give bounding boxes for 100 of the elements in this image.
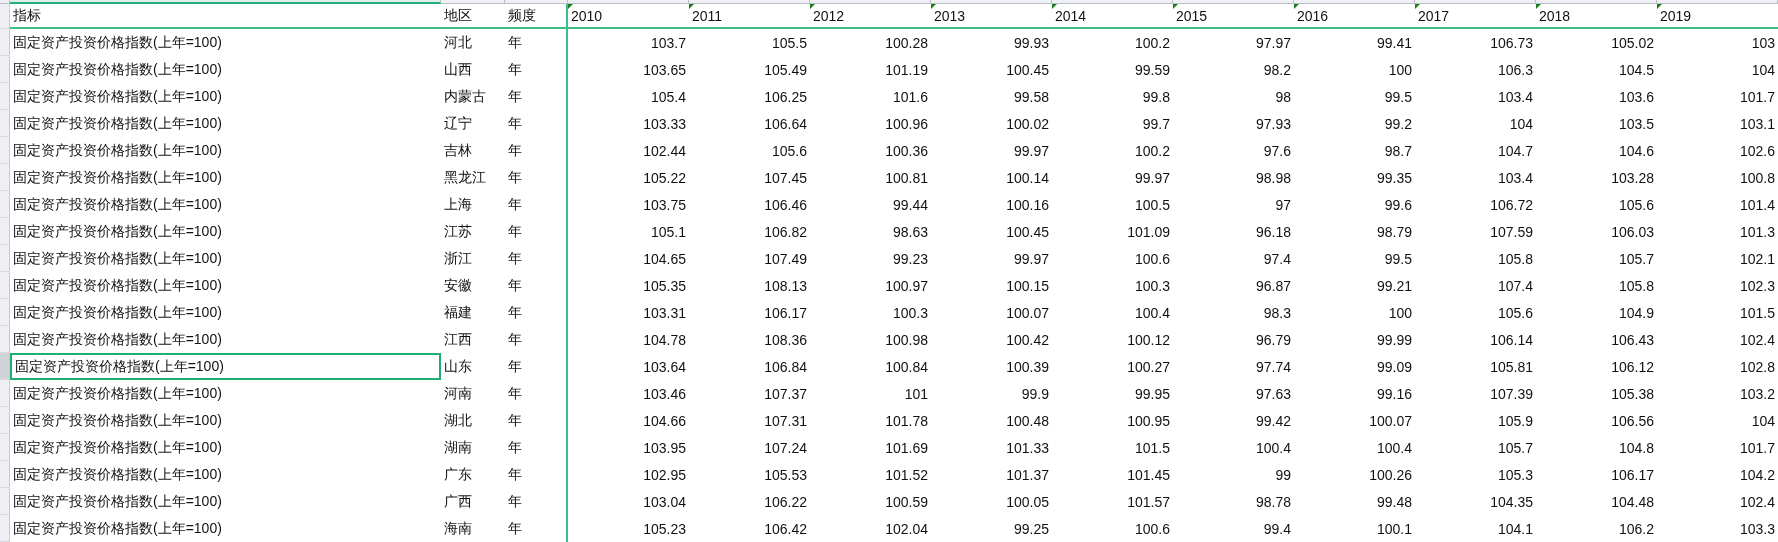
- table-cell-text: 100.84: [884, 357, 929, 377]
- table-cell: 年: [505, 29, 568, 56]
- table-cell[interactable]: 固定资产投资价格指数(上年=100): [10, 245, 441, 272]
- table-cell-text: 湖北: [443, 410, 473, 430]
- table-cell[interactable]: 固定资产投资价格指数(上年=100): [10, 191, 441, 218]
- table-cell[interactable]: 固定资产投资价格指数(上年=100): [10, 56, 441, 83]
- table-cell-text: 99.35: [1375, 168, 1413, 188]
- row-number-header: [0, 137, 10, 164]
- row-number-header: [0, 326, 10, 353]
- table-cell-text: 100.36: [884, 141, 929, 161]
- table-cell-text: 101.7: [1738, 87, 1776, 107]
- table-cell-text: 100: [1387, 303, 1413, 323]
- row-number-header: [0, 164, 10, 191]
- table-cell-text: 106.82: [763, 222, 808, 242]
- table-cell[interactable]: 固定资产投资价格指数(上年=100): [10, 434, 441, 461]
- table-cell[interactable]: 固定资产投资价格指数(上年=100): [10, 29, 441, 56]
- table-cell: 年: [505, 191, 568, 218]
- table-cell-text: 106.3: [1496, 60, 1534, 80]
- table-cell-text: 105.1: [649, 222, 687, 242]
- table-cell-text: 100.6: [1133, 519, 1171, 539]
- table-cell-text: 山东: [443, 356, 473, 376]
- table-cell-text: 福建: [443, 302, 473, 322]
- table-cell-text: 104.8: [1617, 438, 1655, 458]
- table-cell[interactable]: 固定资产投资价格指数(上年=100): [10, 488, 441, 515]
- table-cell-text: 103.28: [1610, 168, 1655, 188]
- table-cell-text: 河南: [443, 383, 473, 403]
- table-cell[interactable]: 固定资产投资价格指数(上年=100): [10, 515, 441, 542]
- table-cell[interactable]: 固定资产投资价格指数(上年=100): [10, 83, 441, 110]
- table-cell-text: 103.65: [642, 60, 687, 80]
- table-cell-text: 100.39: [1005, 357, 1050, 377]
- table-cell-text: 107.45: [763, 168, 808, 188]
- table-cell-text: 101.6: [891, 87, 929, 107]
- table-cell-text: 100.96: [884, 114, 929, 134]
- table-cell-text: 100.07: [1368, 411, 1413, 431]
- table-cell-text: 105.81: [1489, 357, 1534, 377]
- table-cell-text: 96.87: [1254, 276, 1292, 296]
- table-cell-text: 99.48: [1375, 492, 1413, 512]
- table-cell-text: 99.8: [1141, 87, 1171, 107]
- table-cell-text: 105.4: [649, 87, 687, 107]
- table-cell-text: 100.27: [1126, 357, 1171, 377]
- table-cell-text: 106.73: [1489, 33, 1534, 53]
- row-number-header: [0, 461, 10, 488]
- table-cell-text: 102.6: [1738, 141, 1776, 161]
- table-cell[interactable]: 固定资产投资价格指数(上年=100): [10, 353, 441, 380]
- table-cell-text: 99.59: [1133, 60, 1171, 80]
- table-cell-text: 98.3: [1262, 303, 1292, 323]
- table-cell-text: 100.2: [1133, 33, 1171, 53]
- table-cell-text: 100.16: [1005, 195, 1050, 215]
- row-number-header: [0, 56, 10, 83]
- table-cell-text: 105.3: [1496, 465, 1534, 485]
- table-cell-text: 105.6: [1496, 303, 1534, 323]
- table-cell[interactable]: 固定资产投资价格指数(上年=100): [10, 110, 441, 137]
- table-cell-text: 106.14: [1489, 330, 1534, 350]
- table-cell-text: 96.79: [1254, 330, 1292, 350]
- table-cell[interactable]: 固定资产投资价格指数(上年=100): [10, 164, 441, 191]
- table-cell-text: 103.46: [642, 384, 687, 404]
- table-cell-text: 100.45: [1005, 222, 1050, 242]
- table-cell-text: 100.02: [1005, 114, 1050, 134]
- table-cell-text: 102.4: [1738, 492, 1776, 512]
- table-cell[interactable]: 固定资产投资价格指数(上年=100): [10, 299, 441, 326]
- table-cell-text: 105.9: [1496, 411, 1534, 431]
- table-cell-text: 103.4: [1496, 168, 1534, 188]
- table-cell-text: 106.84: [763, 357, 808, 377]
- table-cell-text: 100.4: [1254, 438, 1292, 458]
- table-cell-text: 103.64: [642, 357, 687, 377]
- row-number-header: [0, 407, 10, 434]
- table-cell-text: 100.45: [1005, 60, 1050, 80]
- table-cell[interactable]: 固定资产投资价格指数(上年=100): [10, 461, 441, 488]
- table-cell-text: 101.7: [1738, 438, 1776, 458]
- row-number-header: [0, 488, 10, 515]
- table-cell[interactable]: 固定资产投资价格指数(上年=100): [10, 407, 441, 434]
- table-cell-text: 100.14: [1005, 168, 1050, 188]
- table-cell[interactable]: 固定资产投资价格指数(上年=100): [10, 272, 441, 299]
- table-cell-text: 100.4: [1133, 303, 1171, 323]
- table-cell[interactable]: 固定资产投资价格指数(上年=100): [10, 218, 441, 245]
- table-cell-text: 106.72: [1489, 195, 1534, 215]
- table-cell[interactable]: 固定资产投资价格指数(上年=100): [10, 380, 441, 407]
- table-cell-text: 102.8: [1738, 357, 1776, 377]
- row-number-header: [0, 272, 10, 299]
- table-cell: 年: [505, 461, 568, 488]
- table-cell[interactable]: 固定资产投资价格指数(上年=100): [10, 326, 441, 353]
- table-cell-text: 102.4: [1738, 330, 1776, 350]
- table-cell-text: 99.93: [1012, 33, 1050, 53]
- table-cell-text: 99.95: [1133, 384, 1171, 404]
- table-cell-text: 安徽: [443, 275, 473, 295]
- table-cell-text: 99.99: [1375, 330, 1413, 350]
- table-cell-text: 104.66: [642, 411, 687, 431]
- table-cell-text: 105.8: [1617, 276, 1655, 296]
- table-cell-text: 98.63: [891, 222, 929, 242]
- table-cell-text: 100.1: [1375, 519, 1413, 539]
- row-number-header: [0, 515, 10, 542]
- table-cell-text: 104: [1750, 411, 1776, 431]
- table-cell-text: 100.95: [1126, 411, 1171, 431]
- table-cell-text: 104.7: [1496, 141, 1534, 161]
- table-cell-text: 105.7: [1496, 438, 1534, 458]
- table-cell[interactable]: 固定资产投资价格指数(上年=100): [10, 137, 441, 164]
- table-cell: 年: [505, 83, 568, 110]
- table-cell-text: 100.3: [1133, 276, 1171, 296]
- table-cell-text: 100.98: [884, 330, 929, 350]
- table-cell-text: 97.74: [1254, 357, 1292, 377]
